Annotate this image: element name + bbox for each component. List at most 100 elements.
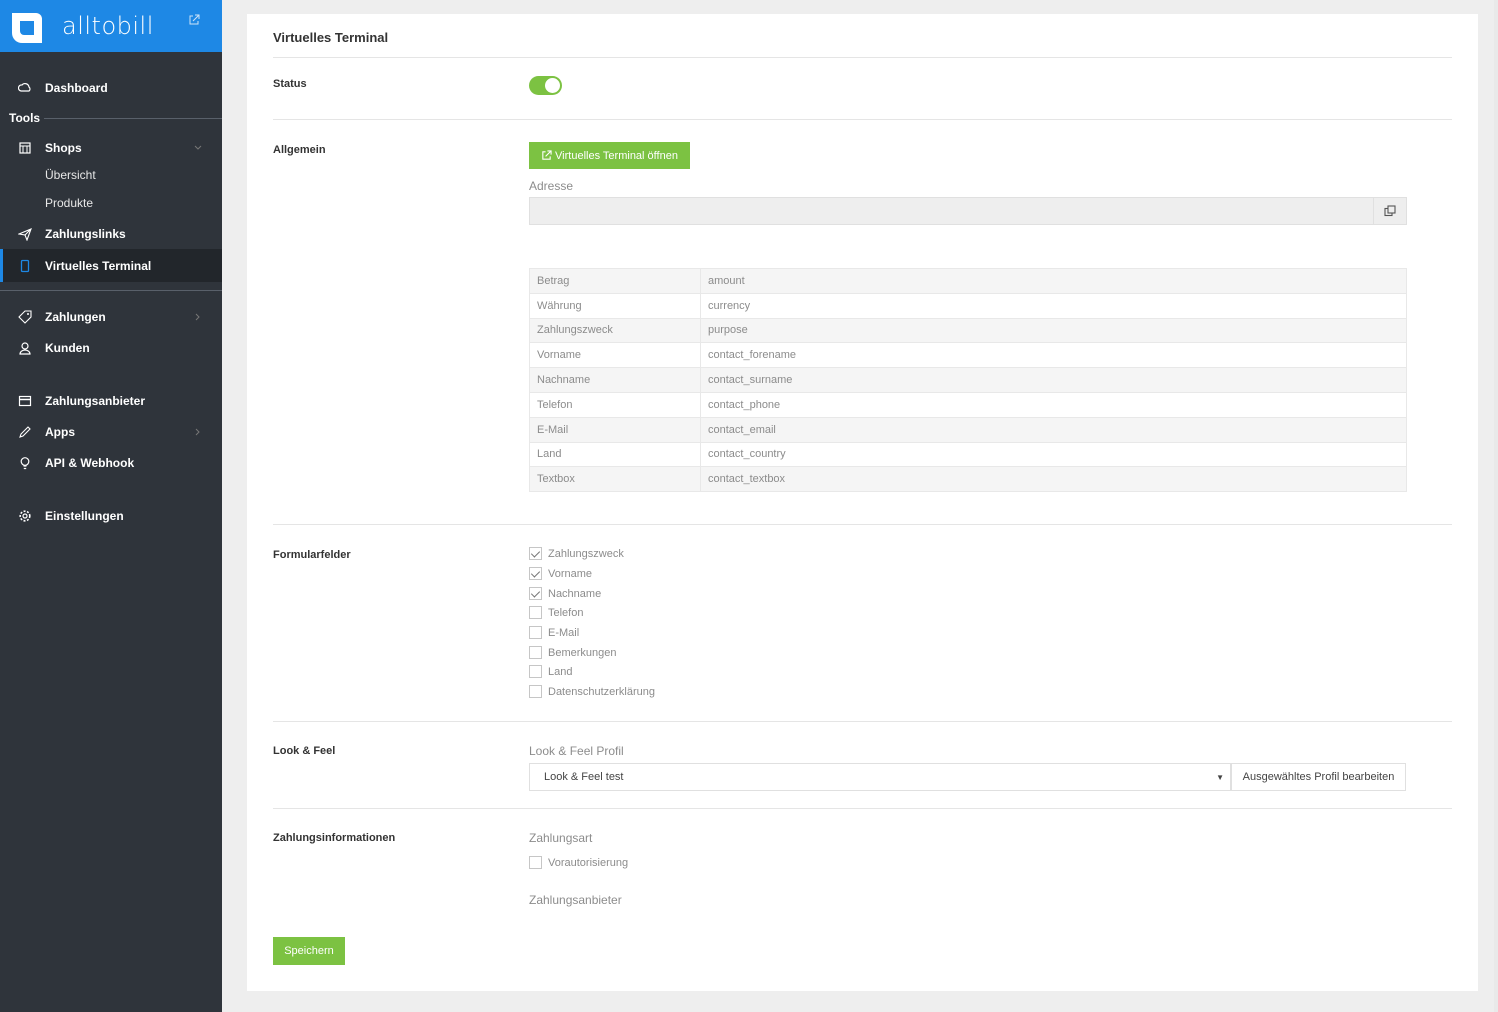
look-feel-label: Look & Feel: [273, 745, 336, 757]
open-terminal-button-label: Virtuelles Terminal öffnen: [555, 149, 678, 162]
table-row: Zahlungszweck purpose: [529, 317, 1407, 344]
mapping-name: Zahlungszweck: [529, 317, 701, 344]
save-button[interactable]: Speichern: [273, 937, 345, 965]
address-field[interactable]: [529, 197, 1374, 225]
brand-header[interactable]: alltobill: [0, 0, 222, 52]
nav-virtuelles-terminal-label: Virtuelles Terminal: [45, 258, 152, 273]
checkbox[interactable]: [529, 665, 542, 678]
mapping-param: currency: [700, 292, 1407, 319]
mapping-param: contact_phone: [700, 391, 1407, 418]
nav-einstellungen-label: Einstellungen: [45, 508, 124, 523]
mapping-param: purpose: [700, 317, 1407, 344]
checkbox-email[interactable]: E-Mail: [529, 626, 579, 639]
nav-shops-label: Shops: [45, 140, 82, 155]
table-row: Vorname contact_forename: [529, 342, 1407, 369]
tools-divider: [44, 118, 222, 119]
mapping-name: Vorname: [529, 342, 701, 369]
copy-address-button[interactable]: [1373, 197, 1407, 225]
external-link-icon: [542, 150, 552, 160]
nav-dashboard[interactable]: Dashboard: [0, 72, 222, 103]
checkbox-label: Vorname: [548, 567, 593, 580]
address-label: Adresse: [529, 179, 574, 193]
checkbox-nachname[interactable]: Nachname: [529, 587, 601, 600]
look-feel-profile-label: Look & Feel Profil: [529, 744, 624, 758]
checkbox-zahlungszweck[interactable]: Zahlungszweck: [529, 547, 624, 560]
checkbox[interactable]: [529, 547, 542, 560]
mapping-name: Nachname: [529, 367, 701, 393]
cloud-icon: [18, 82, 31, 92]
allgemein-label: Allgemein: [273, 144, 326, 156]
mapping-param: contact_forename: [700, 342, 1407, 369]
look-feel-profile-select[interactable]: Look & Feel test ▼: [529, 763, 1231, 791]
alltobill-logo-icon: [12, 13, 42, 43]
nav-shops[interactable]: Shops: [0, 132, 222, 163]
checkbox[interactable]: [529, 646, 542, 659]
nav-dashboard-label: Dashboard: [45, 80, 108, 95]
zahlungsanbieter-label: Zahlungsanbieter: [529, 893, 622, 907]
lightbulb-icon: [20, 456, 30, 469]
checkbox[interactable]: [529, 626, 542, 639]
nav-zahlungen[interactable]: Zahlungen: [0, 301, 222, 332]
parameter-mapping-table: Betrag amount Währung currency Zahlungszwe…: [529, 268, 1407, 493]
mapping-name: Land: [529, 441, 701, 468]
tag-icon: [18, 309, 32, 324]
nav-zahlungslinks[interactable]: Zahlungslinks: [0, 218, 222, 249]
mapping-name: Textbox: [529, 466, 701, 493]
checkbox-label: Nachname: [548, 587, 602, 600]
status-toggle[interactable]: [529, 76, 562, 95]
chevron-down-icon: [194, 145, 202, 150]
checkbox-label: Land: [548, 665, 573, 678]
checkbox-telefon[interactable]: Telefon: [529, 606, 583, 619]
nav-einstellungen[interactable]: Einstellungen: [0, 500, 222, 531]
checkbox-datenschutzerklaerung[interactable]: Datenschutzerklärung: [529, 685, 655, 698]
table-row: Betrag amount: [529, 268, 1407, 294]
nav-shops-produkte[interactable]: Produkte: [45, 196, 93, 210]
page-title: Virtuelles Terminal: [273, 30, 389, 45]
checkbox-label: Telefon: [548, 606, 584, 619]
checkbox[interactable]: [529, 567, 542, 580]
edit-profile-button[interactable]: Ausgewähltes Profil bearbeiten: [1231, 763, 1406, 791]
checkbox[interactable]: [529, 685, 542, 698]
nav-zahlungsanbieter[interactable]: Zahlungsanbieter: [0, 385, 222, 416]
chevron-right-icon: [195, 428, 200, 435]
table-row: E-Mail contact_email: [529, 416, 1407, 443]
pencil-icon: [19, 425, 31, 438]
nav-api-webhook-label: API & Webhook: [45, 455, 135, 470]
nav-zahlungsanbieter-label: Zahlungsanbieter: [45, 393, 146, 408]
mobile-icon: [20, 259, 30, 272]
checkbox[interactable]: [529, 856, 542, 869]
open-terminal-button[interactable]: Virtuelles Terminal öffnen: [529, 142, 690, 169]
scrollbar[interactable]: [1494, 0, 1498, 1012]
credit-card-icon: [18, 395, 32, 406]
table-row: Textbox contact_textbox: [529, 466, 1407, 493]
divider: [273, 524, 1452, 525]
checkbox[interactable]: [529, 587, 542, 600]
checkbox-land[interactable]: Land: [529, 665, 572, 678]
table-row: Land contact_country: [529, 441, 1407, 468]
nav-kunden-label: Kunden: [45, 340, 90, 355]
nav-virtuelles-terminal[interactable]: Virtuelles Terminal: [0, 249, 222, 282]
checkbox-label: Zahlungszweck: [548, 547, 624, 560]
checkbox-label: Vorautorisierung: [548, 856, 629, 869]
content-card: [247, 14, 1478, 991]
dropdown-caret-icon: ▼: [1216, 773, 1224, 782]
selected-profile: Look & Feel test: [544, 771, 624, 783]
checkbox-vorautorisierung[interactable]: Vorautorisierung: [529, 856, 628, 869]
checkbox-bemerkungen[interactable]: Bemerkungen: [529, 646, 617, 659]
nav-kunden[interactable]: Kunden: [0, 332, 222, 363]
checkbox[interactable]: [529, 606, 542, 619]
checkbox-label: E-Mail: [548, 626, 580, 639]
checkbox-label: Bemerkungen: [548, 646, 617, 659]
gear-icon: [19, 509, 31, 522]
external-link-icon[interactable]: [188, 14, 200, 26]
tools-heading: Tools: [9, 111, 41, 125]
mapping-name: E-Mail: [529, 416, 701, 443]
nav-apps[interactable]: Apps: [0, 416, 222, 447]
mapping-param: contact_surname: [700, 367, 1407, 393]
nav-apps-label: Apps: [45, 424, 75, 439]
nav-zahlungen-label: Zahlungen: [45, 309, 106, 324]
nav-api-webhook[interactable]: API & Webhook: [0, 447, 222, 478]
checkbox-vorname[interactable]: Vorname: [529, 567, 592, 580]
nav-shops-uebersicht[interactable]: Übersicht: [45, 168, 96, 182]
nav-zahlungslinks-label: Zahlungslinks: [45, 226, 126, 241]
